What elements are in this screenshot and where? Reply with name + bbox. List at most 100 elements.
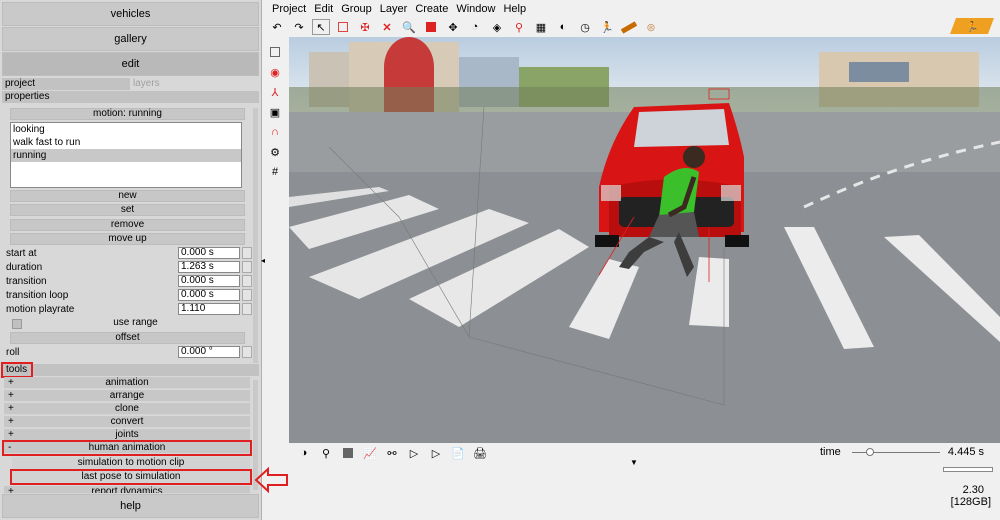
tool-label: last pose to simulation (81, 471, 181, 482)
graph-icon[interactable]: 📈 (361, 445, 379, 461)
tool-item[interactable]: + convert (4, 416, 250, 428)
properties-header[interactable]: properties (2, 91, 259, 103)
grid-icon[interactable]: # (266, 164, 284, 180)
print-icon[interactable]: 🖨 (471, 445, 489, 461)
tool-item-human-animation[interactable]: - human animation (2, 440, 252, 456)
time-slider-knob[interactable] (865, 448, 874, 456)
list-item[interactable]: looking (11, 123, 241, 136)
field-transition-loop: transition loop 0.000 s (6, 289, 252, 302)
spin-button[interactable] (242, 346, 252, 358)
zoom-icon[interactable]: 🔍 (400, 19, 418, 35)
gears-icon[interactable]: ⚙ (266, 144, 284, 160)
axis-icon[interactable]: ⅄ (266, 84, 284, 100)
pin-icon[interactable]: ⚲ (510, 19, 528, 35)
field-label: roll (6, 347, 20, 358)
measure-icon[interactable]: ◐ (554, 19, 572, 35)
move-up-button[interactable]: move up (10, 233, 245, 245)
use-range-checkbox[interactable] (12, 319, 22, 329)
new-button[interactable]: new (10, 190, 245, 202)
vehicles-button[interactable]: vehicles (2, 2, 259, 26)
settings-icon[interactable]: ⊛ (642, 19, 660, 35)
tab-project[interactable]: project (2, 78, 130, 90)
menu-create[interactable]: Create (411, 0, 452, 18)
menu-help[interactable]: Help (499, 0, 530, 18)
camera-icon[interactable]: ▦ (532, 19, 550, 35)
redo-icon[interactable]: ↷ (290, 19, 308, 35)
scale-icon[interactable]: ◈ (488, 19, 506, 35)
square-icon[interactable] (266, 44, 284, 60)
record-stop-icon[interactable] (339, 445, 357, 461)
menu-group[interactable]: Group (337, 0, 376, 18)
svg-text:🏃: 🏃 (966, 20, 978, 33)
joint-icon[interactable]: ✠ (356, 19, 374, 35)
motion-list[interactable]: looking walk fast to run running (10, 122, 242, 188)
field-input[interactable]: 1.110 (178, 303, 240, 315)
field-label: motion playrate (6, 304, 75, 315)
spin-button[interactable] (242, 261, 252, 273)
panel-tabs: project layers (2, 78, 259, 90)
magnet-icon[interactable]: ∩ (266, 124, 284, 140)
list-item[interactable]: running (11, 149, 241, 162)
remove-button[interactable]: remove (10, 219, 245, 231)
edit-button[interactable]: edit (2, 52, 259, 76)
spin-button[interactable] (242, 303, 252, 315)
cube-red-icon[interactable] (422, 19, 440, 35)
camera-view-icon[interactable]: ▣ (266, 104, 284, 120)
view-tools: ◉ ⅄ ▣ ∩ ⚙ # (266, 44, 288, 184)
tool-label: arrange (109, 390, 145, 401)
tools-header[interactable]: tools (1, 362, 33, 378)
physics-icon[interactable]: ⚯ (383, 445, 401, 461)
field-input[interactable]: 0.000 ° (178, 346, 240, 358)
delete-icon[interactable]: ✕ (378, 19, 396, 35)
ruler-icon[interactable] (620, 19, 638, 35)
menu-window[interactable]: Window (452, 0, 499, 18)
rectangle-select-icon[interactable] (334, 19, 352, 35)
tool-label: clone (115, 403, 139, 414)
tab-layers[interactable]: layers (130, 78, 160, 90)
menu-project[interactable]: Project (268, 0, 310, 18)
spin-button[interactable] (242, 247, 252, 259)
callout-arrow-icon (254, 467, 288, 493)
gallery-button[interactable]: gallery (2, 27, 259, 51)
move-icon[interactable]: ✥ (444, 19, 462, 35)
shading-icon[interactable]: ◑ (295, 445, 313, 461)
tool-item[interactable]: + animation (4, 377, 250, 389)
scrollbar[interactable] (253, 108, 258, 363)
help-button[interactable]: help (2, 494, 259, 518)
field-input[interactable]: 0.000 s (178, 289, 240, 301)
3d-viewport[interactable] (289, 37, 1000, 443)
field-input[interactable]: 0.000 s (178, 247, 240, 259)
last-pose-to-simulation-button[interactable]: last pose to simulation (10, 469, 252, 485)
list-item[interactable]: walk fast to run (11, 136, 241, 149)
lens-icon[interactable]: ⚲ (317, 445, 335, 461)
clock-icon[interactable]: ◷ (576, 19, 594, 35)
notes-icon[interactable]: 📄 (449, 445, 467, 461)
dropdown-arrow-icon[interactable]: ▼ (630, 458, 638, 467)
play-icon[interactable]: ▷ (405, 445, 423, 461)
spin-button[interactable] (242, 275, 252, 287)
offset-button[interactable]: offset (10, 332, 245, 344)
rotate-icon[interactable]: ◔ (466, 19, 484, 35)
spin-button[interactable] (242, 289, 252, 301)
set-button[interactable]: set (10, 204, 245, 216)
field-start-at: start at 0.000 s (6, 247, 252, 260)
tool-item[interactable]: + arrange (4, 390, 250, 402)
run-figure-icon[interactable]: 🏃 (598, 19, 616, 35)
field-input[interactable]: 0.000 s (178, 275, 240, 287)
play-settings-icon[interactable]: ▷ (427, 445, 445, 461)
select-pointer-icon[interactable]: ↖ (312, 19, 330, 35)
bottom-toolbar: ◑ ⚲ 📈 ⚯ ▷ ▷ 📄 🖨 (289, 443, 1000, 463)
tool-label: human animation (88, 442, 166, 453)
field-label: duration (6, 262, 43, 273)
target-icon[interactable]: ◉ (266, 64, 284, 80)
tool-item[interactable]: + clone (4, 403, 250, 415)
tool-item[interactable]: + joints (4, 429, 250, 441)
collapse-handle-icon[interactable]: ◂ (261, 256, 265, 265)
memory-text: [128GB] (950, 496, 991, 508)
undo-icon[interactable]: ↶ (268, 19, 286, 35)
menu-layer[interactable]: Layer (376, 0, 412, 18)
simulation-to-motion-clip-button[interactable]: simulation to motion clip (12, 457, 250, 469)
field-input[interactable]: 1.263 s (178, 261, 240, 273)
tool-item[interactable]: + report dynamics (4, 486, 250, 494)
menu-edit[interactable]: Edit (310, 0, 337, 18)
